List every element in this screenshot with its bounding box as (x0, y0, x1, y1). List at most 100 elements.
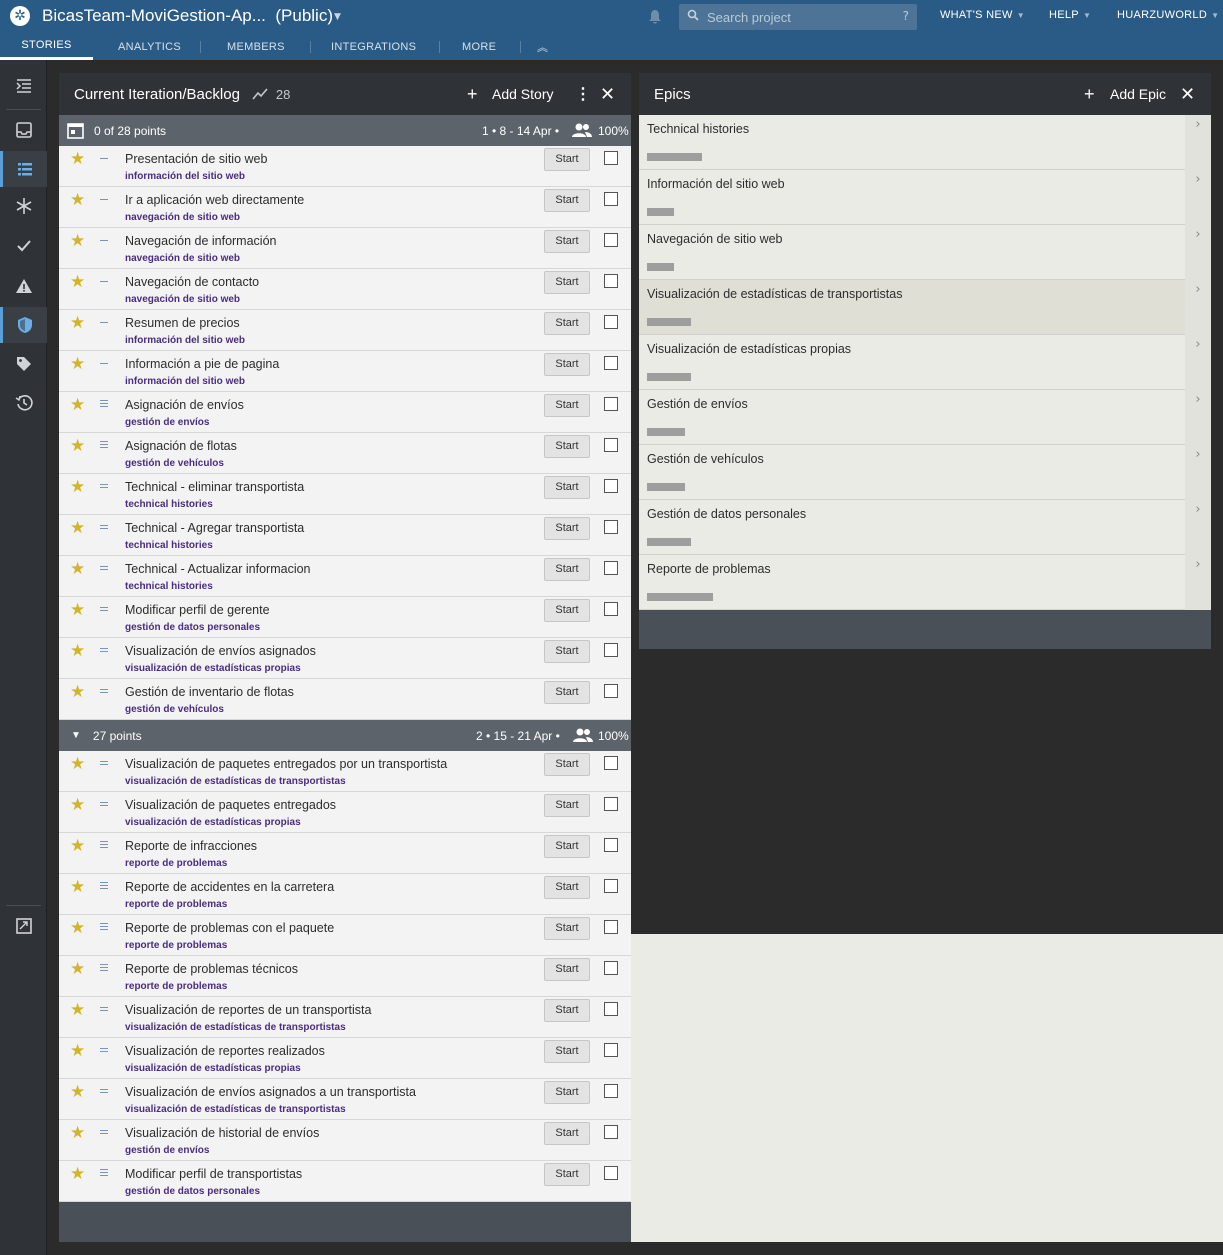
story-label[interactable]: navegación de sitio web (125, 253, 240, 264)
select-checkbox[interactable] (604, 274, 618, 288)
select-checkbox[interactable] (604, 438, 618, 452)
story-title[interactable]: Gestión de inventario de flotas (125, 685, 294, 699)
epic-name[interactable]: Visualización de estadísticas de transpo… (647, 287, 902, 301)
select-checkbox[interactable] (604, 1125, 618, 1139)
tag-icon[interactable] (0, 346, 47, 382)
chevron-right-icon[interactable]: › (1185, 445, 1211, 500)
chevron-right-icon[interactable]: › (1185, 555, 1211, 610)
star-icon[interactable]: ★ (70, 641, 85, 661)
epic-name[interactable]: Navegación de sitio web (647, 232, 783, 246)
start-button[interactable]: Start (544, 1122, 590, 1145)
story-label[interactable]: información del sitio web (125, 335, 245, 346)
star-icon[interactable]: ★ (70, 190, 85, 210)
history-icon[interactable] (0, 385, 47, 421)
story-title[interactable]: Navegación de información (125, 234, 276, 248)
epic-name[interactable]: Visualización de estadísticas propias (647, 342, 851, 356)
story-label[interactable]: technical histories (125, 581, 213, 592)
start-button[interactable]: Start (544, 353, 590, 376)
close-icon[interactable]: ✕ (600, 84, 615, 105)
story-title[interactable]: Presentación de sitio web (125, 152, 267, 166)
start-button[interactable]: Start (544, 1081, 590, 1104)
story-row[interactable]: ★ Presentación de sitio web información de… (59, 146, 631, 187)
story-label[interactable]: visualización de estadísticas de transpo… (125, 776, 346, 787)
story-title[interactable]: Technical - Agregar transportista (125, 521, 304, 535)
star-icon[interactable]: ★ (70, 877, 85, 897)
story-row[interactable]: ★ Reporte de problemas técnicos reporte de… (59, 956, 631, 997)
tab-integrations[interactable]: INTEGRATIONS (331, 33, 439, 60)
story-label[interactable]: navegación de sitio web (125, 294, 240, 305)
select-checkbox[interactable] (604, 356, 618, 370)
select-checkbox[interactable] (604, 961, 618, 975)
story-label[interactable]: gestión de vehículos (125, 704, 224, 715)
star-icon[interactable]: ★ (70, 918, 85, 938)
story-title[interactable]: Modificar perfil de transportistas (125, 1167, 302, 1181)
select-checkbox[interactable] (604, 233, 618, 247)
story-title[interactable]: Visualización de paquetes entregados (125, 798, 336, 812)
start-button[interactable]: Start (544, 558, 590, 581)
epic-row[interactable]: Technical histories › (639, 115, 1211, 170)
epic-row[interactable]: Gestión de datos personales › (639, 500, 1211, 555)
star-icon[interactable]: ★ (70, 1000, 85, 1020)
select-checkbox[interactable] (604, 1084, 618, 1098)
start-button[interactable]: Start (544, 1040, 590, 1063)
collapse-caret-icon[interactable]: ▼ (71, 730, 81, 741)
story-title[interactable]: Technical - eliminar transportista (125, 480, 304, 494)
start-button[interactable]: Start (544, 394, 590, 417)
star-icon[interactable]: ★ (70, 682, 85, 702)
epic-row[interactable]: Visualización de estadísticas propias › (639, 335, 1211, 390)
select-checkbox[interactable] (604, 315, 618, 329)
start-button[interactable]: Start (544, 148, 590, 171)
project-title[interactable]: BicasTeam-MoviGestion-Ap... (Public) (42, 6, 333, 26)
star-icon[interactable]: ★ (70, 1164, 85, 1184)
story-label[interactable]: información del sitio web (125, 376, 245, 387)
chevron-right-icon[interactable]: › (1185, 500, 1211, 555)
star-icon[interactable]: ★ (70, 795, 85, 815)
start-button[interactable]: Start (544, 681, 590, 704)
start-button[interactable]: Start (544, 794, 590, 817)
story-label[interactable]: visualización de estadísticas propias (125, 817, 301, 828)
chevron-right-icon[interactable]: › (1185, 170, 1211, 225)
story-row[interactable]: ★ Visualización de paquetes entregados po… (59, 751, 631, 792)
collapse-icon[interactable] (0, 68, 47, 104)
epic-name[interactable]: Reporte de problemas (647, 562, 771, 576)
start-button[interactable]: Start (544, 917, 590, 940)
start-button[interactable]: Start (544, 230, 590, 253)
start-button[interactable]: Start (544, 599, 590, 622)
whats-new-menu[interactable]: WHAT'S NEW ▼ (940, 9, 1025, 21)
chevron-right-icon[interactable]: › (1185, 115, 1211, 170)
story-row[interactable]: ★ Ir a aplicación web directamente navegac… (59, 187, 631, 228)
story-label[interactable]: visualización de estadísticas propias (125, 1063, 301, 1074)
epic-row[interactable]: Gestión de envíos › (639, 390, 1211, 445)
story-label[interactable]: visualización de estadísticas de transpo… (125, 1022, 346, 1033)
warning-icon[interactable] (0, 268, 47, 304)
story-row[interactable]: ★ Visualización de envíos asignados visual… (59, 638, 631, 679)
story-title[interactable]: Reporte de problemas con el paquete (125, 921, 334, 935)
more-options-icon[interactable]: ⋮ (575, 84, 591, 104)
star-icon[interactable]: ★ (70, 1082, 85, 1102)
star-icon[interactable]: ★ (70, 354, 85, 374)
expand-icon[interactable] (0, 908, 47, 944)
epic-name[interactable]: Technical histories (647, 122, 749, 136)
star-icon[interactable]: ★ (70, 313, 85, 333)
star-icon[interactable]: ★ (70, 436, 85, 456)
story-title[interactable]: Reporte de accidentes en la carretera (125, 880, 334, 894)
chevron-right-icon[interactable]: › (1185, 280, 1211, 335)
story-label[interactable]: visualización de estadísticas propias (125, 663, 301, 674)
story-label[interactable]: reporte de problemas (125, 981, 227, 992)
star-icon[interactable]: ★ (70, 959, 85, 979)
select-checkbox[interactable] (604, 643, 618, 657)
story-title[interactable]: Technical - Actualizar informacion (125, 562, 311, 576)
story-label[interactable]: gestión de vehículos (125, 458, 224, 469)
select-checkbox[interactable] (604, 397, 618, 411)
story-label[interactable]: gestión de datos personales (125, 1186, 260, 1197)
select-checkbox[interactable] (604, 479, 618, 493)
search-help-icon[interactable]: ? (903, 9, 909, 23)
story-label[interactable]: navegación de sitio web (125, 212, 240, 223)
story-row[interactable]: ★ Technical - eliminar transportista techn… (59, 474, 631, 515)
story-row[interactable]: ★ Reporte de problemas con el paquete repo… (59, 915, 631, 956)
chevron-down-icon[interactable]: ▼ (334, 12, 341, 22)
start-button[interactable]: Start (544, 271, 590, 294)
story-label[interactable]: technical histories (125, 499, 213, 510)
story-label[interactable]: gestión de envíos (125, 1145, 209, 1156)
select-checkbox[interactable] (604, 1043, 618, 1057)
